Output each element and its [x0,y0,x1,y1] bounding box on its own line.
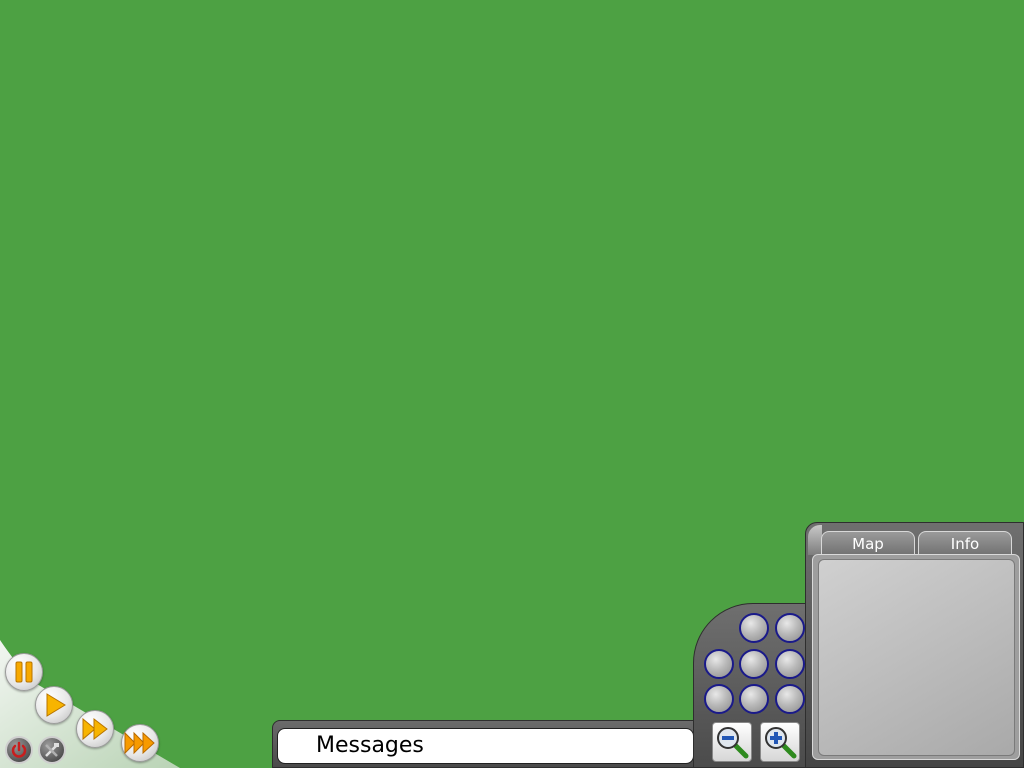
pause-button[interactable] [5,653,43,691]
scroll-button-up-right[interactable] [775,613,805,643]
zoom-out-icon [717,727,749,759]
zoom-in-button[interactable] [760,722,800,762]
scroll-button-down-left[interactable] [704,684,734,714]
scroll-button-right[interactable] [775,649,805,679]
power-button[interactable] [5,736,33,764]
play-button[interactable] [35,686,73,724]
minimap[interactable] [818,559,1015,756]
tools-button[interactable] [38,736,66,764]
zoom-out-button[interactable] [712,722,752,762]
fast-forward-icon [82,717,108,741]
scroll-button-left[interactable] [704,649,734,679]
pause-icon [15,661,33,683]
speed-controls-panel [0,600,180,768]
fastest-forward-icon [124,731,155,755]
messages-field[interactable]: Messages [277,728,694,764]
fastest-forward-button[interactable] [121,724,159,762]
fast-forward-button[interactable] [76,710,114,748]
scroll-button-down[interactable] [739,684,769,714]
panel-corner-decoration [808,525,822,555]
play-icon [46,693,66,717]
zoom-in-icon [765,727,797,759]
tools-icon [45,743,59,757]
scroll-button-center[interactable] [739,649,769,679]
scroll-button-up-left[interactable] [739,613,769,643]
scroll-button-down-right[interactable] [775,684,805,714]
power-icon [11,741,27,758]
